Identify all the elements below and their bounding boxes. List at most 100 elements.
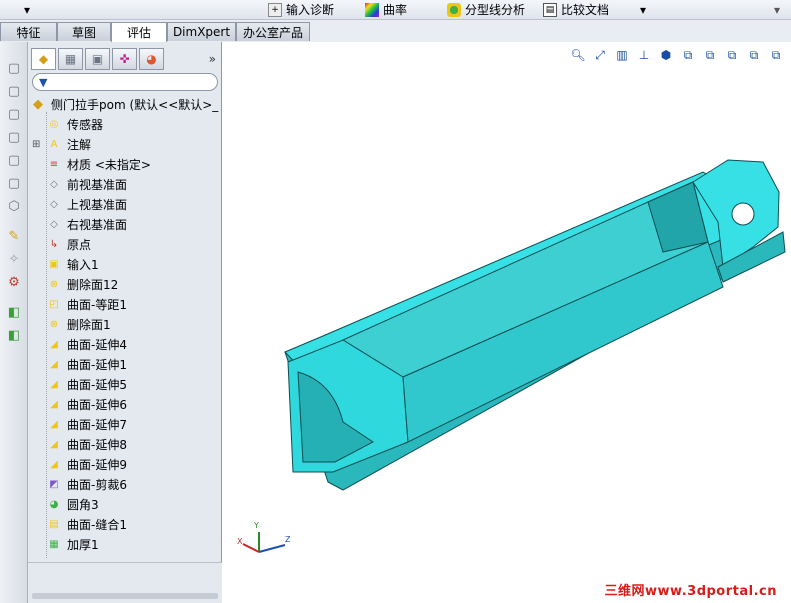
tree-item-annotations[interactable]: ⊞ A 注解 xyxy=(32,134,92,154)
more-tabs-button[interactable]: » xyxy=(209,52,216,66)
knit-surface-icon: ▤ xyxy=(49,518,59,530)
material-icon: ≡ xyxy=(49,158,59,170)
tree-item-label: 圆角3 xyxy=(67,497,99,512)
dimxpert-manager-icon: ✜ xyxy=(119,52,130,66)
view-cube-icon[interactable]: ▢ xyxy=(5,129,23,145)
toolbar-dropdown-icon[interactable]: ▾ xyxy=(774,1,780,18)
view-cube-icon[interactable]: ▢ xyxy=(5,175,23,191)
tab-sketch-label: 草图 xyxy=(71,25,96,40)
feature-manager-icon: ◆ xyxy=(38,52,49,66)
tree-item-plane[interactable]: ◇ 右视基准面 xyxy=(46,214,127,234)
configuration-manager-tab[interactable]: ▣ xyxy=(85,48,110,70)
tree-item-offset-surface[interactable]: ◰ 曲面-等距1 xyxy=(46,294,127,314)
annotations-icon: A xyxy=(50,138,58,150)
tree-item-extend-surface[interactable]: ◢ 曲面-延伸7 xyxy=(46,414,127,434)
tree-item-extend-surface[interactable]: ◢ 曲面-延伸1 xyxy=(46,354,127,374)
tree-item-delete-face[interactable]: ⊗ 删除面1 xyxy=(46,314,111,334)
plane-icon: ◇ xyxy=(50,178,58,190)
delete-face-icon: ⊗ xyxy=(49,318,59,330)
curvature-button[interactable]: 曲率 xyxy=(365,1,407,18)
tree-item-label: 曲面-延伸5 xyxy=(67,377,127,392)
view-cube-icon[interactable]: ▢ xyxy=(5,152,23,168)
toolbar-overflow-arrow[interactable]: ▾ xyxy=(640,1,646,18)
tree-item-label: 曲面-延伸9 xyxy=(67,457,127,472)
tree-item-material[interactable]: ≡ 材质 <未指定> xyxy=(46,154,151,174)
tab-office-products[interactable]: 办公室产品 xyxy=(236,22,310,41)
tree-item-label: 注解 xyxy=(67,137,92,152)
view-cube-icon[interactable]: ▢ xyxy=(5,60,23,76)
plane-icon: ◇ xyxy=(50,218,58,230)
tree-item-delete-face[interactable]: ⊗ 删除面12 xyxy=(46,274,118,294)
import-diagnostics-button[interactable]: + 输入诊断 xyxy=(268,1,334,18)
tab-dimxpert-label: DimXpert xyxy=(172,25,231,39)
tree-item-thicken[interactable]: ▦ 加厚1 xyxy=(46,534,99,554)
tab-dimxpert[interactable]: DimXpert xyxy=(167,22,236,41)
triad-x-axis xyxy=(242,543,260,553)
axis-triad: Y X Z xyxy=(237,521,291,553)
tree-item-label: 曲面-剪裁6 xyxy=(67,477,127,492)
command-toolbar: ▾ + 输入诊断 曲率 分型线分析 ▤ 比较文档 ▾ ▾ xyxy=(0,0,791,20)
handle-model xyxy=(284,159,786,491)
extend-surface-icon: ◢ xyxy=(50,438,58,450)
sketch-edit-icon[interactable]: ✎ xyxy=(5,228,23,244)
tree-item-imported-body[interactable]: ▣ 输入1 xyxy=(46,254,98,274)
command-manager-tabs: 特征 草图 评估 DimXpert 办公室产品 xyxy=(0,20,791,42)
origin-icon: ↳ xyxy=(49,238,59,250)
import-diagnostics-icon: + xyxy=(268,2,282,17)
tree-item-origin[interactable]: ↳ 原点 xyxy=(46,234,91,254)
display-manager-tab[interactable]: ◕ xyxy=(139,48,164,70)
tree-item-plane[interactable]: ◇ 上视基准面 xyxy=(46,194,127,214)
filter-icon: ▼ xyxy=(39,76,48,89)
thicken-icon: ▦ xyxy=(49,538,59,550)
tree-item-extend-surface[interactable]: ◢ 曲面-延伸8 xyxy=(46,434,127,454)
tree-item-extend-surface[interactable]: ◢ 曲面-延伸4 xyxy=(46,334,127,354)
model-hook-hole xyxy=(731,202,755,226)
tree-item-label: 曲面-延伸4 xyxy=(67,337,127,352)
tab-features[interactable]: 特征 xyxy=(0,22,57,41)
compare-documents-button[interactable]: ▤ 比较文档 xyxy=(543,1,609,18)
tab-sketch[interactable]: 草图 xyxy=(57,22,111,41)
parting-line-analysis-button[interactable]: 分型线分析 xyxy=(447,1,525,18)
imported-body-icon: ▣ xyxy=(49,258,59,270)
tree-item-label: 删除面1 xyxy=(67,317,111,332)
expand-toggle-icon[interactable]: ⊞ xyxy=(32,139,40,150)
feature-manager-tabs: ◆ ▦ ▣ ✜ ◕ » xyxy=(28,48,222,72)
smart-dimension-icon[interactable]: ✧ xyxy=(5,251,23,267)
view-cube-icon[interactable]: ▢ xyxy=(5,83,23,99)
toolbar-dropdown-arrow[interactable]: ▾ xyxy=(24,1,30,18)
feature-manager-bottom xyxy=(28,562,222,603)
view-cube-icon[interactable]: ▢ xyxy=(5,106,23,122)
configuration-manager-icon: ▣ xyxy=(91,52,104,66)
view-orientation-toolbar: ▢ ▢ ▢ ▢ ▢ ▢ ⬡ ✎ ✧ ⚙ ◧ ◧ xyxy=(0,42,28,603)
import-diagnostics-label: 输入诊断 xyxy=(286,3,335,17)
property-manager-tab[interactable]: ▦ xyxy=(58,48,83,70)
tree-item-label: 曲面-延伸6 xyxy=(67,397,127,412)
tree-root-part[interactable]: ◆ 侧门拉手pom (默认<<默认>_ xyxy=(30,94,218,114)
surface-feature-icon[interactable]: ◧ xyxy=(5,327,23,343)
tree-item-label: 传感器 xyxy=(67,117,104,132)
tree-item-sensors[interactable]: ◎ 传感器 xyxy=(46,114,103,134)
tree-item-label: 前视基准面 xyxy=(67,177,128,192)
feature-filter-input[interactable]: ▼ xyxy=(32,73,218,91)
tree-item-plane[interactable]: ◇ 前视基准面 xyxy=(46,174,127,194)
surface-feature-icon[interactable]: ◧ xyxy=(5,304,23,320)
tree-item-extend-surface[interactable]: ◢ 曲面-延伸6 xyxy=(46,394,127,414)
tab-evaluate[interactable]: 评估 xyxy=(111,22,167,42)
horizontal-scrollbar[interactable] xyxy=(32,593,218,599)
tree-item-label: 加厚1 xyxy=(67,537,99,552)
tree-item-trim-surface[interactable]: ◩ 曲面-剪裁6 xyxy=(46,474,127,494)
tree-item-label: 右视基准面 xyxy=(67,217,128,232)
dimxpert-manager-tab[interactable]: ✜ xyxy=(112,48,137,70)
plane-icon: ◇ xyxy=(50,198,58,210)
tree-item-extend-surface[interactable]: ◢ 曲面-延伸5 xyxy=(46,374,127,394)
graphics-viewport[interactable]: 🔍︎ ⤢ ▥ ⊥ ⬢ ⧉ ⧉ ⧉ ⧉ ⧉ Y X Z 三维网www.3dport… xyxy=(223,42,791,603)
display-manager-icon: ◕ xyxy=(146,52,157,66)
tree-item-fillet[interactable]: ◕ 圆角3 xyxy=(46,494,99,514)
tree-item-label: 曲面-等距1 xyxy=(67,297,127,312)
view-cube-icon[interactable]: ⬡ xyxy=(5,198,23,214)
tree-item-extend-surface[interactable]: ◢ 曲面-延伸9 xyxy=(46,454,127,474)
relations-icon[interactable]: ⚙ xyxy=(5,274,23,290)
tree-item-knit-surface[interactable]: ▤ 曲面-缝合1 xyxy=(46,514,127,534)
compare-documents-label: 比较文档 xyxy=(561,3,610,17)
feature-manager-tab[interactable]: ◆ xyxy=(31,48,56,70)
